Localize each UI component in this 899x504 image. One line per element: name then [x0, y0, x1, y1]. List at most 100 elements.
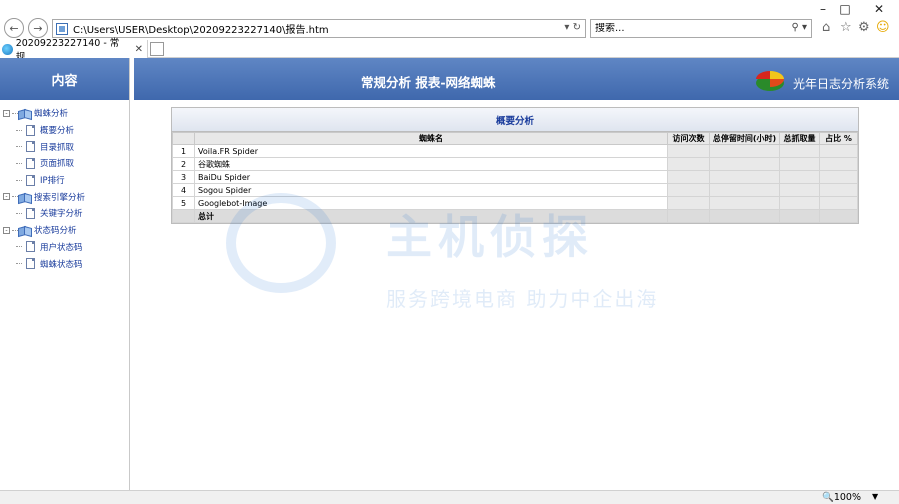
redacted-cell — [667, 209, 710, 223]
redacted-cell — [779, 209, 820, 223]
pie-logo-icon — [756, 71, 784, 91]
col-spider-name: 蜘蛛名 — [194, 132, 668, 145]
col-percent: 占比 % — [819, 132, 858, 145]
table-row: 2 谷歌蜘蛛 — [172, 157, 858, 171]
row-index: 1 — [172, 144, 195, 158]
url-text: C:\Users\USER\Desktop\20209223227140\报告.… — [73, 25, 329, 36]
redacted-cell — [819, 157, 858, 171]
table-row: 5 Googlebot-Image — [172, 196, 858, 210]
col-crawl-count: 总抓取量 — [779, 132, 820, 145]
gear-icon[interactable]: ⚙ — [858, 20, 870, 35]
redacted-cell — [709, 157, 780, 171]
row-index: 2 — [172, 157, 195, 171]
maximize-icon[interactable]: □ — [838, 2, 852, 16]
book-icon — [18, 225, 31, 235]
table-row: 1 Voila.FR Spider — [172, 144, 858, 158]
search-icon[interactable]: ⚲ ▾ — [791, 22, 807, 33]
close-window-icon[interactable]: ✕ — [872, 2, 886, 16]
redacted-cell — [819, 144, 858, 158]
book-icon — [18, 192, 31, 202]
ie-icon — [2, 43, 13, 55]
col-stay-time: 总停留时间(小时) — [709, 132, 780, 145]
new-tab-button[interactable] — [150, 42, 164, 56]
row-spider-name: BaiDu Spider — [194, 170, 668, 184]
smiley-icon[interactable]: ☺ — [876, 20, 890, 35]
row-index: 3 — [172, 170, 195, 184]
page-icon — [26, 241, 35, 253]
redacted-cell — [709, 196, 780, 210]
zoom-value: 100% — [833, 492, 862, 503]
tree-label: 目录抓取 — [40, 142, 75, 153]
row-index: 5 — [172, 196, 195, 210]
redacted-cell — [779, 170, 820, 184]
tree-label: 状态码分析 — [34, 226, 77, 237]
redacted-cell — [779, 196, 820, 210]
book-icon — [18, 108, 31, 118]
table-row: 3 BaiDu Spider — [172, 170, 858, 184]
status-bar: 🔍100% ▼ — [0, 490, 899, 504]
table-header-row: 蜘蛛名 访问次数 总停留时间(小时) 总抓取量 占比 % — [172, 132, 858, 145]
browser-chrome: – □ ✕ ← → C:\Users\USER\Desktop\20209223… — [0, 0, 899, 63]
redacted-cell — [667, 183, 710, 197]
tree-item-keyword-analysis[interactable]: 关键字分析 — [3, 205, 129, 222]
redacted-cell — [667, 196, 710, 210]
zoom-level[interactable]: 🔍100% — [822, 492, 861, 503]
tree-label: 页面抓取 — [40, 159, 75, 170]
page-icon — [26, 157, 35, 169]
tree-item-status-code-analysis[interactable]: - 状态码分析 — [3, 222, 129, 239]
row-spider-name: Googlebot-Image — [194, 196, 668, 210]
row-spider-name: Sogou Spider — [194, 183, 668, 197]
total-index — [172, 209, 195, 223]
col-index — [172, 132, 195, 145]
redacted-cell — [779, 157, 820, 171]
collapse-icon[interactable]: - — [3, 226, 10, 234]
summary-panel: 概要分析 蜘蛛名 访问次数 总停留时间(小时) 总抓取量 占比 % 1 Voil… — [171, 107, 859, 224]
tree-item-summary[interactable]: 概要分析 — [3, 122, 129, 139]
redacted-cell — [779, 144, 820, 158]
summary-title: 概要分析 — [172, 108, 858, 132]
home-icon[interactable]: ⌂ — [822, 20, 830, 35]
minimize-icon[interactable]: – — [816, 2, 830, 16]
left-frame: 内容 - 蜘蛛分析 概要分析 目录抓取 页面抓取 IP排行 - 搜索引擎分析 关… — [0, 58, 130, 490]
search-input[interactable] — [595, 23, 775, 34]
tab-report[interactable]: 20209223227140 - 常规... ✕ — [0, 38, 148, 63]
collapse-icon[interactable]: - — [3, 193, 10, 201]
redacted-cell — [709, 144, 780, 158]
page-icon — [56, 22, 68, 35]
tree-item-spider-status-code[interactable]: 蜘蛛状态码 — [3, 255, 129, 272]
tree-label: IP排行 — [40, 176, 65, 187]
row-spider-name: 谷歌蜘蛛 — [194, 157, 668, 171]
total-label: 总计 — [194, 209, 668, 223]
tree-label: 蜘蛛状态码 — [40, 259, 83, 270]
page-icon — [26, 124, 35, 136]
tree-item-spider-analysis[interactable]: - 蜘蛛分析 — [3, 105, 129, 122]
row-index: 4 — [172, 183, 195, 197]
brand-name: 光年日志分析系统 — [793, 77, 890, 91]
main-header: 常规分析 报表-网络蜘蛛 光年日志分析系统 — [134, 58, 899, 100]
tree-label: 蜘蛛分析 — [34, 109, 69, 120]
tree-item-page-crawl[interactable]: 页面抓取 — [3, 155, 129, 172]
redacted-cell — [709, 170, 780, 184]
tree-item-ip-ranking[interactable]: IP排行 — [3, 172, 129, 189]
row-spider-name: Voila.FR Spider — [194, 144, 668, 158]
zoom-dropdown-icon[interactable]: ▼ — [872, 492, 878, 501]
collapse-icon[interactable]: - — [3, 109, 10, 117]
redacted-cell — [819, 196, 858, 210]
tree-item-user-status-code[interactable]: 用户状态码 — [3, 239, 129, 256]
close-tab-icon[interactable]: ✕ — [135, 44, 143, 55]
main-frame: 常规分析 报表-网络蜘蛛 光年日志分析系统 概要分析 蜘蛛名 访问次数 总停留时… — [134, 58, 899, 490]
tree-label: 用户状态码 — [40, 242, 83, 253]
tab-row: 20209223227140 - 常规... ✕ — [0, 38, 899, 63]
search-box[interactable]: ⚲ ▾ — [590, 19, 812, 38]
tree-item-search-engine-analysis[interactable]: - 搜索引擎分析 — [3, 188, 129, 205]
tree-label: 概要分析 — [40, 126, 75, 137]
table-total-row: 总计 — [172, 209, 858, 223]
page-icon — [26, 141, 35, 153]
favorites-star-icon[interactable]: ☆ — [840, 20, 852, 35]
tree-label: 关键字分析 — [40, 209, 83, 220]
redacted-cell — [819, 183, 858, 197]
tree-item-directory-crawl[interactable]: 目录抓取 — [3, 138, 129, 155]
refresh-icon[interactable]: ▾ ↻ — [564, 22, 581, 33]
redacted-cell — [819, 209, 858, 223]
nav-tree: - 蜘蛛分析 概要分析 目录抓取 页面抓取 IP排行 - 搜索引擎分析 关键字分… — [0, 100, 129, 272]
